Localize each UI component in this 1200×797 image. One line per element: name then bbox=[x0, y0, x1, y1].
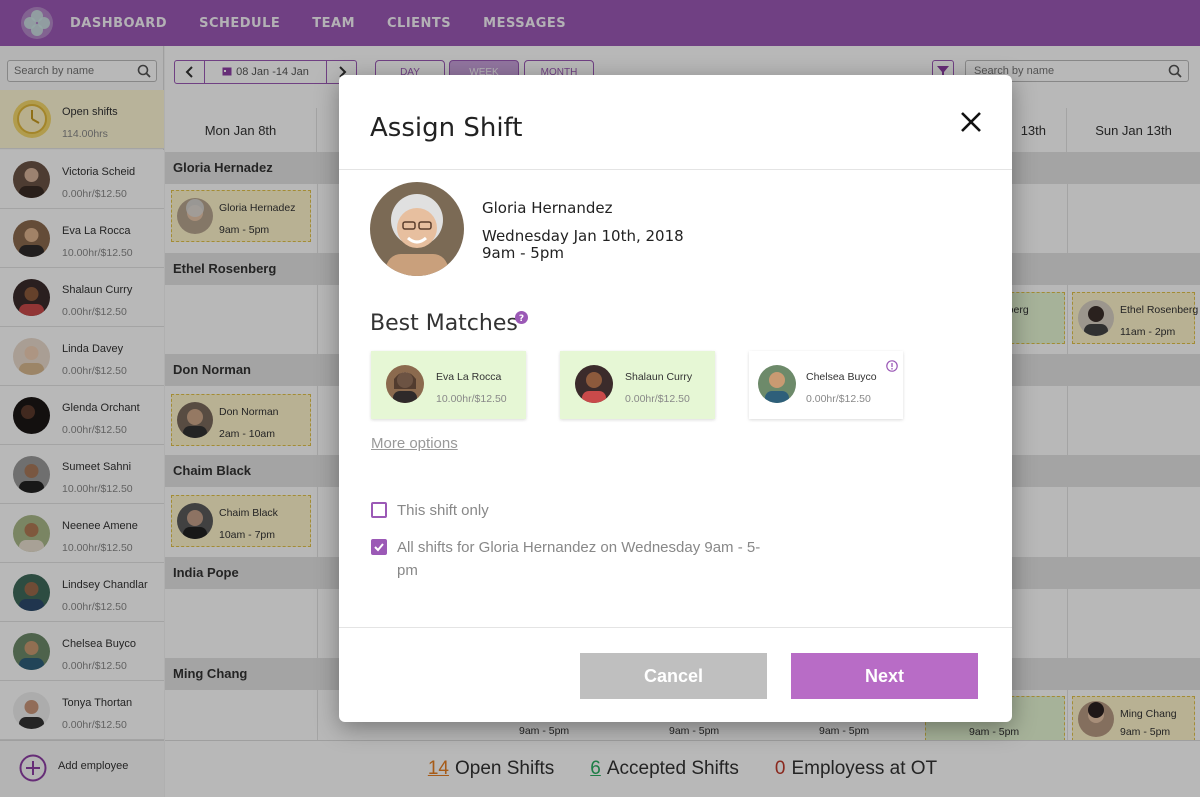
help-icon[interactable]: ? bbox=[515, 311, 528, 324]
checkmark-icon bbox=[374, 543, 384, 552]
match-card-shalaun-curry[interactable]: Shalaun Curry 0.00hr/$12.50 bbox=[560, 351, 715, 419]
divider bbox=[339, 627, 1012, 628]
assign-shift-modal: Assign Shift Gloria Hernandez Wednesday … bbox=[339, 75, 1012, 722]
modal-title: Assign Shift bbox=[370, 113, 523, 143]
this-shift-only-label: This shift only bbox=[397, 502, 489, 519]
divider bbox=[339, 169, 1012, 170]
avatar bbox=[758, 365, 796, 403]
avatar bbox=[386, 365, 424, 403]
warning-icon[interactable] bbox=[886, 360, 898, 372]
match-name: Shalaun Curry bbox=[625, 371, 693, 383]
match-name: Eva La Rocca bbox=[436, 371, 502, 383]
shift-time: 9am - 5pm bbox=[482, 244, 564, 262]
match-rate: 0.00hr/$12.50 bbox=[806, 393, 871, 405]
all-shifts-label: All shifts for Gloria Hernandez on Wedne… bbox=[397, 536, 777, 582]
avatar bbox=[575, 365, 613, 403]
next-button[interactable]: Next bbox=[791, 653, 978, 699]
all-shifts-label-line1: All shifts for Gloria Hernandez on Wedne… bbox=[397, 539, 761, 556]
match-name: Chelsea Buyco bbox=[806, 371, 877, 383]
best-matches-title: Best Matches bbox=[370, 311, 518, 336]
more-options-link[interactable]: More options bbox=[371, 435, 458, 452]
all-shifts-label-line2: pm bbox=[397, 562, 418, 579]
cancel-button[interactable]: Cancel bbox=[580, 653, 767, 699]
selected-person-name: Gloria Hernandez bbox=[482, 199, 613, 217]
close-icon[interactable] bbox=[959, 110, 983, 134]
selected-person-avatar bbox=[370, 182, 464, 276]
match-card-chelsea-buyco[interactable]: Chelsea Buyco 0.00hr/$12.50 bbox=[749, 351, 903, 419]
match-rate: 10.00hr/$12.50 bbox=[436, 393, 507, 405]
this-shift-only-checkbox[interactable] bbox=[371, 502, 387, 518]
all-shifts-checkbox[interactable] bbox=[371, 539, 387, 555]
svg-text:?: ? bbox=[519, 314, 524, 324]
match-card-eva-la-rocca[interactable]: Eva La Rocca 10.00hr/$12.50 bbox=[371, 351, 526, 419]
shift-date: Wednesday Jan 10th, 2018 bbox=[482, 227, 684, 245]
match-rate: 0.00hr/$12.50 bbox=[625, 393, 690, 405]
